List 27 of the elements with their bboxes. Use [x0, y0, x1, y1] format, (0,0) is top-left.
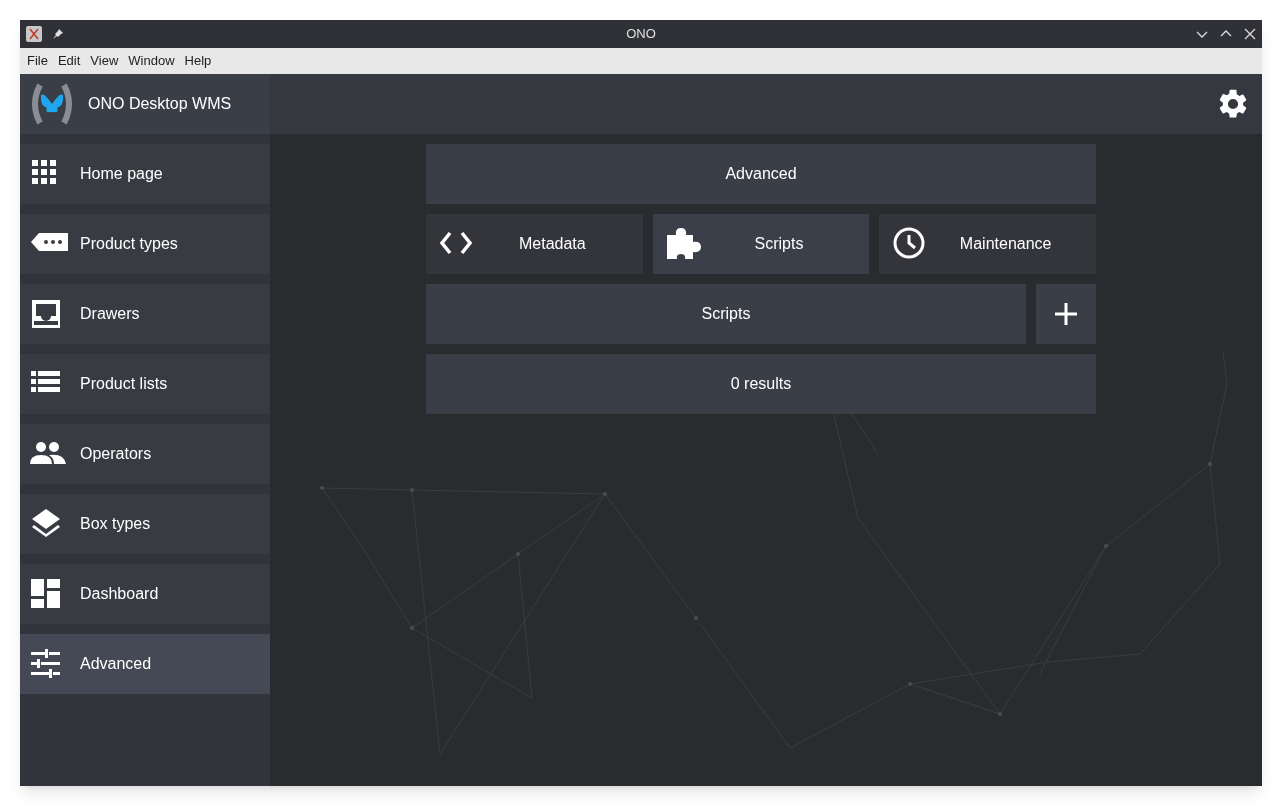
tab[interactable]: Scripts — [652, 214, 870, 274]
puzzle-icon — [664, 227, 701, 261]
tab[interactable]: Maintenance — [879, 214, 1096, 274]
nav-item[interactable]: Home page — [20, 144, 270, 204]
menu-item[interactable]: File — [22, 51, 53, 71]
nav-item[interactable]: Box types — [20, 494, 270, 554]
close-icon[interactable] — [1244, 28, 1256, 40]
results-count: 0 results — [426, 354, 1096, 414]
menu-item[interactable]: View — [85, 51, 124, 71]
window-title: ONO — [625, 25, 657, 44]
pin-icon[interactable] — [52, 28, 64, 40]
nav-item[interactable]: Drawers — [20, 284, 270, 344]
nav-item[interactable]: Product types — [20, 214, 270, 274]
nav-item[interactable]: Product lists — [20, 354, 270, 414]
tab[interactable]: Metadata — [426, 214, 643, 274]
add-button[interactable] — [1036, 284, 1096, 344]
menu-item[interactable]: Help — [179, 51, 217, 71]
nav-item[interactable]: Operators — [20, 424, 270, 484]
plus-icon — [1053, 301, 1079, 327]
nav-item[interactable]: Advanced — [20, 634, 270, 694]
list-header: Scripts — [426, 284, 1026, 344]
menu-item[interactable]: Window — [123, 51, 180, 71]
menu-item[interactable]: Edit — [52, 51, 86, 71]
nav-item[interactable]: Dashboard — [20, 564, 270, 624]
section-header: Advanced — [426, 144, 1096, 204]
app-icon — [26, 26, 42, 42]
app-title: ONO Desktop WMS — [88, 94, 232, 114]
